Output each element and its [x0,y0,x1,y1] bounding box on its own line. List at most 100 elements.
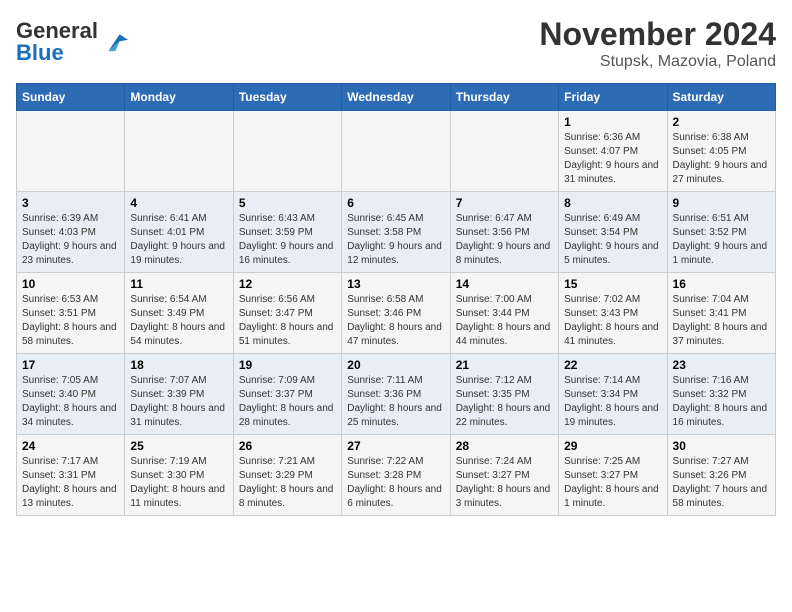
day-cell: 19 Sunrise: 7:09 AMSunset: 3:37 PMDayligh… [233,354,341,435]
day-cell: 10 Sunrise: 6:53 AMSunset: 3:51 PMDayligh… [17,273,125,354]
day-cell [342,111,450,192]
page-subtitle: Stupsk, Mazovia, Poland [539,53,776,71]
day-number: 13 [347,277,444,291]
day-number: 26 [239,439,336,453]
day-info: Sunrise: 7:22 AMSunset: 3:28 PMDaylight:… [347,455,444,511]
day-info: Sunrise: 7:12 AMSunset: 3:35 PMDaylight:… [456,374,553,430]
day-info: Sunrise: 6:39 AMSunset: 4:03 PMDaylight:… [22,212,119,268]
day-number: 14 [456,277,553,291]
day-info: Sunrise: 7:19 AMSunset: 3:30 PMDaylight:… [130,455,227,511]
day-number: 21 [456,358,553,372]
day-number: 23 [673,358,770,372]
day-cell [233,111,341,192]
day-number: 17 [22,358,119,372]
header-tuesday: Tuesday [233,84,341,111]
week-row-3: 10 Sunrise: 6:53 AMSunset: 3:51 PMDayligh… [17,273,776,354]
day-number: 2 [673,115,770,129]
logo: General Blue [16,20,128,64]
page-header: General Blue November 2024 Stupsk, Mazov… [16,16,776,71]
day-cell: 15Sunrise: 7:02 AMSunset: 3:43 PMDayligh… [559,273,667,354]
day-number: 30 [673,439,770,453]
day-cell: 26 Sunrise: 7:21 AMSunset: 3:29 PMDayligh… [233,435,341,516]
day-number: 25 [130,439,227,453]
day-cell: 11 Sunrise: 6:54 AMSunset: 3:49 PMDayligh… [125,273,233,354]
day-number: 11 [130,277,227,291]
header-wednesday: Wednesday [342,84,450,111]
day-cell: 30Sunrise: 7:27 AMSunset: 3:26 PMDayligh… [667,435,775,516]
day-number: 9 [673,196,770,210]
day-info: Sunrise: 7:00 AMSunset: 3:44 PMDaylight:… [456,293,553,349]
day-info: Sunrise: 6:49 AMSunset: 3:54 PMDaylight:… [564,212,661,268]
day-number: 7 [456,196,553,210]
day-cell: 18 Sunrise: 7:07 AMSunset: 3:39 PMDayligh… [125,354,233,435]
day-cell [17,111,125,192]
day-info: Sunrise: 7:02 AMSunset: 3:43 PMDaylight:… [564,293,661,349]
header-friday: Friday [559,84,667,111]
day-number: 27 [347,439,444,453]
header-sunday: Sunday [17,84,125,111]
day-info: Sunrise: 6:41 AMSunset: 4:01 PMDaylight:… [130,212,227,268]
day-info: Sunrise: 6:54 AMSunset: 3:49 PMDaylight:… [130,293,227,349]
day-cell: 14 Sunrise: 7:00 AMSunset: 3:44 PMDayligh… [450,273,558,354]
day-cell: 2Sunrise: 6:38 AMSunset: 4:05 PMDaylight… [667,111,775,192]
day-info: Sunrise: 6:36 AMSunset: 4:07 PMDaylight:… [564,131,661,187]
day-cell: 6 Sunrise: 6:45 AMSunset: 3:58 PMDaylight… [342,192,450,273]
day-info: Sunrise: 7:11 AMSunset: 3:36 PMDaylight:… [347,374,444,430]
day-info: Sunrise: 7:17 AMSunset: 3:31 PMDaylight:… [22,455,119,511]
day-cell: 24 Sunrise: 7:17 AMSunset: 3:31 PMDayligh… [17,435,125,516]
page-title: November 2024 [539,16,776,53]
day-cell: 7 Sunrise: 6:47 AMSunset: 3:56 PMDaylight… [450,192,558,273]
day-number: 5 [239,196,336,210]
day-number: 3 [22,196,119,210]
day-number: 16 [673,277,770,291]
day-cell: 8 Sunrise: 6:49 AMSunset: 3:54 PMDaylight… [559,192,667,273]
day-info: Sunrise: 6:53 AMSunset: 3:51 PMDaylight:… [22,293,119,349]
logo-text: General Blue [16,20,98,64]
logo-icon [100,28,128,56]
day-cell [450,111,558,192]
day-cell [125,111,233,192]
day-info: Sunrise: 7:21 AMSunset: 3:29 PMDaylight:… [239,455,336,511]
day-cell: 4 Sunrise: 6:41 AMSunset: 4:01 PMDaylight… [125,192,233,273]
day-info: Sunrise: 7:07 AMSunset: 3:39 PMDaylight:… [130,374,227,430]
day-cell: 1 Sunrise: 6:36 AMSunset: 4:07 PMDaylight… [559,111,667,192]
day-number: 10 [22,277,119,291]
header-thursday: Thursday [450,84,558,111]
day-cell: 29 Sunrise: 7:25 AMSunset: 3:27 PMDayligh… [559,435,667,516]
day-info: Sunrise: 7:16 AMSunset: 3:32 PMDaylight:… [673,374,770,430]
day-cell: 22Sunrise: 7:14 AMSunset: 3:34 PMDayligh… [559,354,667,435]
day-info: Sunrise: 7:09 AMSunset: 3:37 PMDaylight:… [239,374,336,430]
day-info: Sunrise: 6:45 AMSunset: 3:58 PMDaylight:… [347,212,444,268]
day-number: 1 [564,115,661,129]
day-cell: 9 Sunrise: 6:51 AMSunset: 3:52 PMDaylight… [667,192,775,273]
day-info: Sunrise: 6:47 AMSunset: 3:56 PMDaylight:… [456,212,553,268]
week-row-5: 24 Sunrise: 7:17 AMSunset: 3:31 PMDayligh… [17,435,776,516]
day-cell: 12 Sunrise: 6:56 AMSunset: 3:47 PMDayligh… [233,273,341,354]
day-cell: 13 Sunrise: 6:58 AMSunset: 3:46 PMDayligh… [342,273,450,354]
header-monday: Monday [125,84,233,111]
day-number: 18 [130,358,227,372]
day-cell: 21 Sunrise: 7:12 AMSunset: 3:35 PMDayligh… [450,354,558,435]
day-info: Sunrise: 7:05 AMSunset: 3:40 PMDaylight:… [22,374,119,430]
day-info: Sunrise: 7:14 AMSunset: 3:34 PMDaylight:… [564,374,661,430]
header-saturday: Saturday [667,84,775,111]
day-info: Sunrise: 6:58 AMSunset: 3:46 PMDaylight:… [347,293,444,349]
day-info: Sunrise: 6:56 AMSunset: 3:47 PMDaylight:… [239,293,336,349]
week-row-2: 3 Sunrise: 6:39 AMSunset: 4:03 PMDaylight… [17,192,776,273]
day-info: Sunrise: 6:51 AMSunset: 3:52 PMDaylight:… [673,212,770,268]
day-number: 12 [239,277,336,291]
day-number: 8 [564,196,661,210]
day-number: 4 [130,196,227,210]
day-number: 6 [347,196,444,210]
week-row-4: 17 Sunrise: 7:05 AMSunset: 3:40 PMDayligh… [17,354,776,435]
day-cell: 25 Sunrise: 7:19 AMSunset: 3:30 PMDayligh… [125,435,233,516]
day-number: 24 [22,439,119,453]
day-number: 29 [564,439,661,453]
day-number: 19 [239,358,336,372]
calendar-table: SundayMondayTuesdayWednesdayThursdayFrid… [16,83,776,516]
day-info: Sunrise: 7:25 AMSunset: 3:27 PMDaylight:… [564,455,661,511]
day-info: Sunrise: 7:04 AMSunset: 3:41 PMDaylight:… [673,293,770,349]
week-row-1: 1 Sunrise: 6:36 AMSunset: 4:07 PMDaylight… [17,111,776,192]
day-cell: 5Sunrise: 6:43 AMSunset: 3:59 PMDaylight… [233,192,341,273]
day-number: 28 [456,439,553,453]
